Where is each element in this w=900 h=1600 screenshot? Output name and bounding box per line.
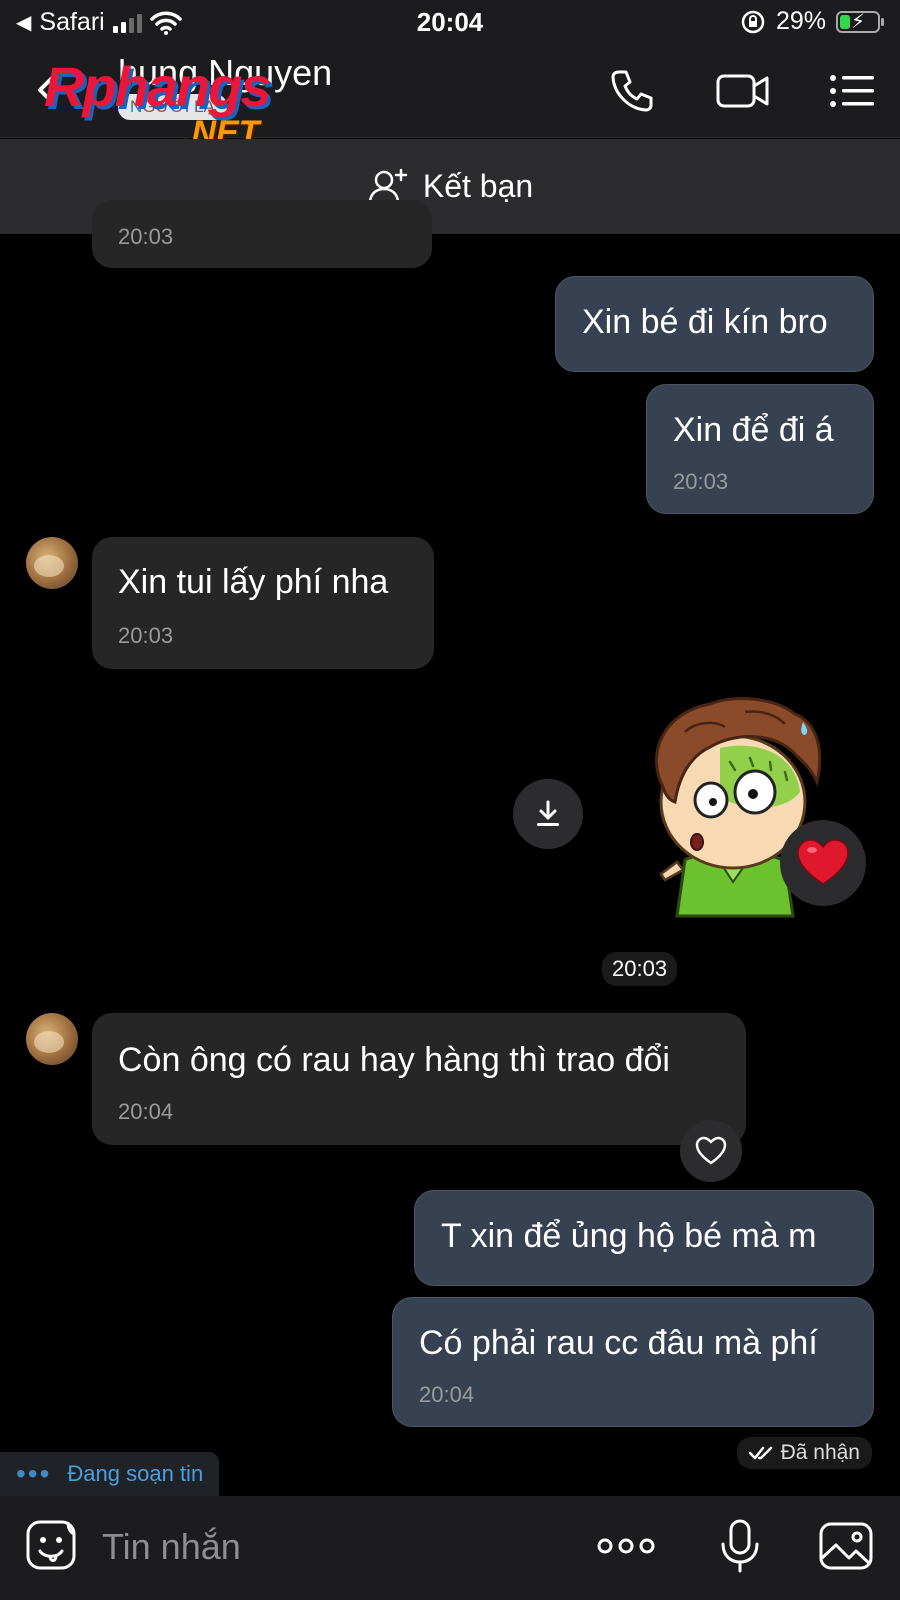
like-button[interactable] [680, 1120, 742, 1182]
typing-indicator: ••• Đang soạn tin [0, 1452, 220, 1496]
delivery-receipt: Đã nhận [736, 1437, 872, 1469]
status-bar: ◀ Safari 20:04 29% ⚡ [0, 0, 900, 44]
message-bubble-incoming[interactable]: 20:03 [92, 200, 432, 268]
microphone-icon[interactable] [712, 1518, 768, 1574]
phone-icon[interactable] [607, 66, 657, 116]
add-friend-label: Kết bạn [422, 168, 534, 204]
message-time: 20:03 [673, 469, 729, 494]
message-text: Xin bé đi kín bro [582, 303, 828, 341]
message-bubble-outgoing[interactable]: T xin để ủng hộ bé mà m [414, 1190, 874, 1286]
back-chevron-icon[interactable] [30, 70, 66, 110]
typing-label: Đang soạn tin [67, 1461, 204, 1486]
video-camera-icon[interactable] [715, 66, 771, 116]
message-text: T xin để ủng hộ bé mà m [441, 1217, 817, 1255]
message-composer: Tin nhắn [0, 1496, 900, 1600]
double-check-icon [748, 1446, 772, 1460]
typing-dots-icon: ••• [16, 1458, 52, 1489]
avatar[interactable] [26, 537, 78, 589]
message-time: 20:04 [118, 1099, 174, 1124]
message-time: 20:03 [118, 224, 174, 249]
download-icon [537, 800, 559, 826]
message-time: 20:03 [118, 623, 174, 648]
message-text: Còn ông có rau hay hàng thì trao đổi [118, 1041, 670, 1079]
message-input[interactable]: Tin nhắn [102, 1526, 241, 1568]
download-button[interactable] [513, 779, 583, 849]
heart-reaction[interactable] [780, 820, 866, 906]
image-icon[interactable] [818, 1518, 874, 1574]
message-bubble-outgoing[interactable]: Xin bé đi kín bro [555, 276, 874, 372]
heart-outline-icon [695, 1136, 727, 1165]
message-time: 20:03 [602, 952, 678, 986]
message-bubble-outgoing[interactable]: Xin để đi á 20:03 [646, 384, 874, 514]
battery-charging-icon: ⚡ [836, 10, 884, 33]
message-text: Xin tui lấy phí nha [118, 563, 389, 601]
sticker-icon[interactable] [24, 1518, 80, 1574]
message-bubble-incoming[interactable]: Xin tui lấy phí nha 20:03 [92, 537, 434, 669]
battery-percent: 29% [775, 7, 826, 35]
heart-icon [797, 839, 849, 885]
message-text: Xin để đi á [673, 411, 834, 449]
stranger-badge: NGƯỜI LẠ [118, 94, 227, 120]
message-time: 20:04 [419, 1382, 475, 1407]
more-icon[interactable] [596, 1518, 656, 1574]
message-bubble-incoming[interactable]: Còn ông có rau hay hàng thì trao đổi 20:… [92, 1013, 746, 1145]
orientation-lock-icon [741, 10, 765, 33]
message-bubble-outgoing[interactable]: Có phải rau cc đâu mà phí 20:04 [392, 1297, 874, 1427]
receipt-label: Đã nhận [780, 1441, 860, 1464]
list-menu-icon[interactable] [828, 66, 876, 116]
contact-name[interactable]: hung Nguyen [118, 52, 332, 94]
avatar[interactable] [26, 1013, 78, 1065]
message-text: Có phải rau cc đâu mà phí [419, 1324, 818, 1362]
chat-header: hung Nguyen NGƯỜI LẠ Rphangs .NET [0, 44, 900, 152]
